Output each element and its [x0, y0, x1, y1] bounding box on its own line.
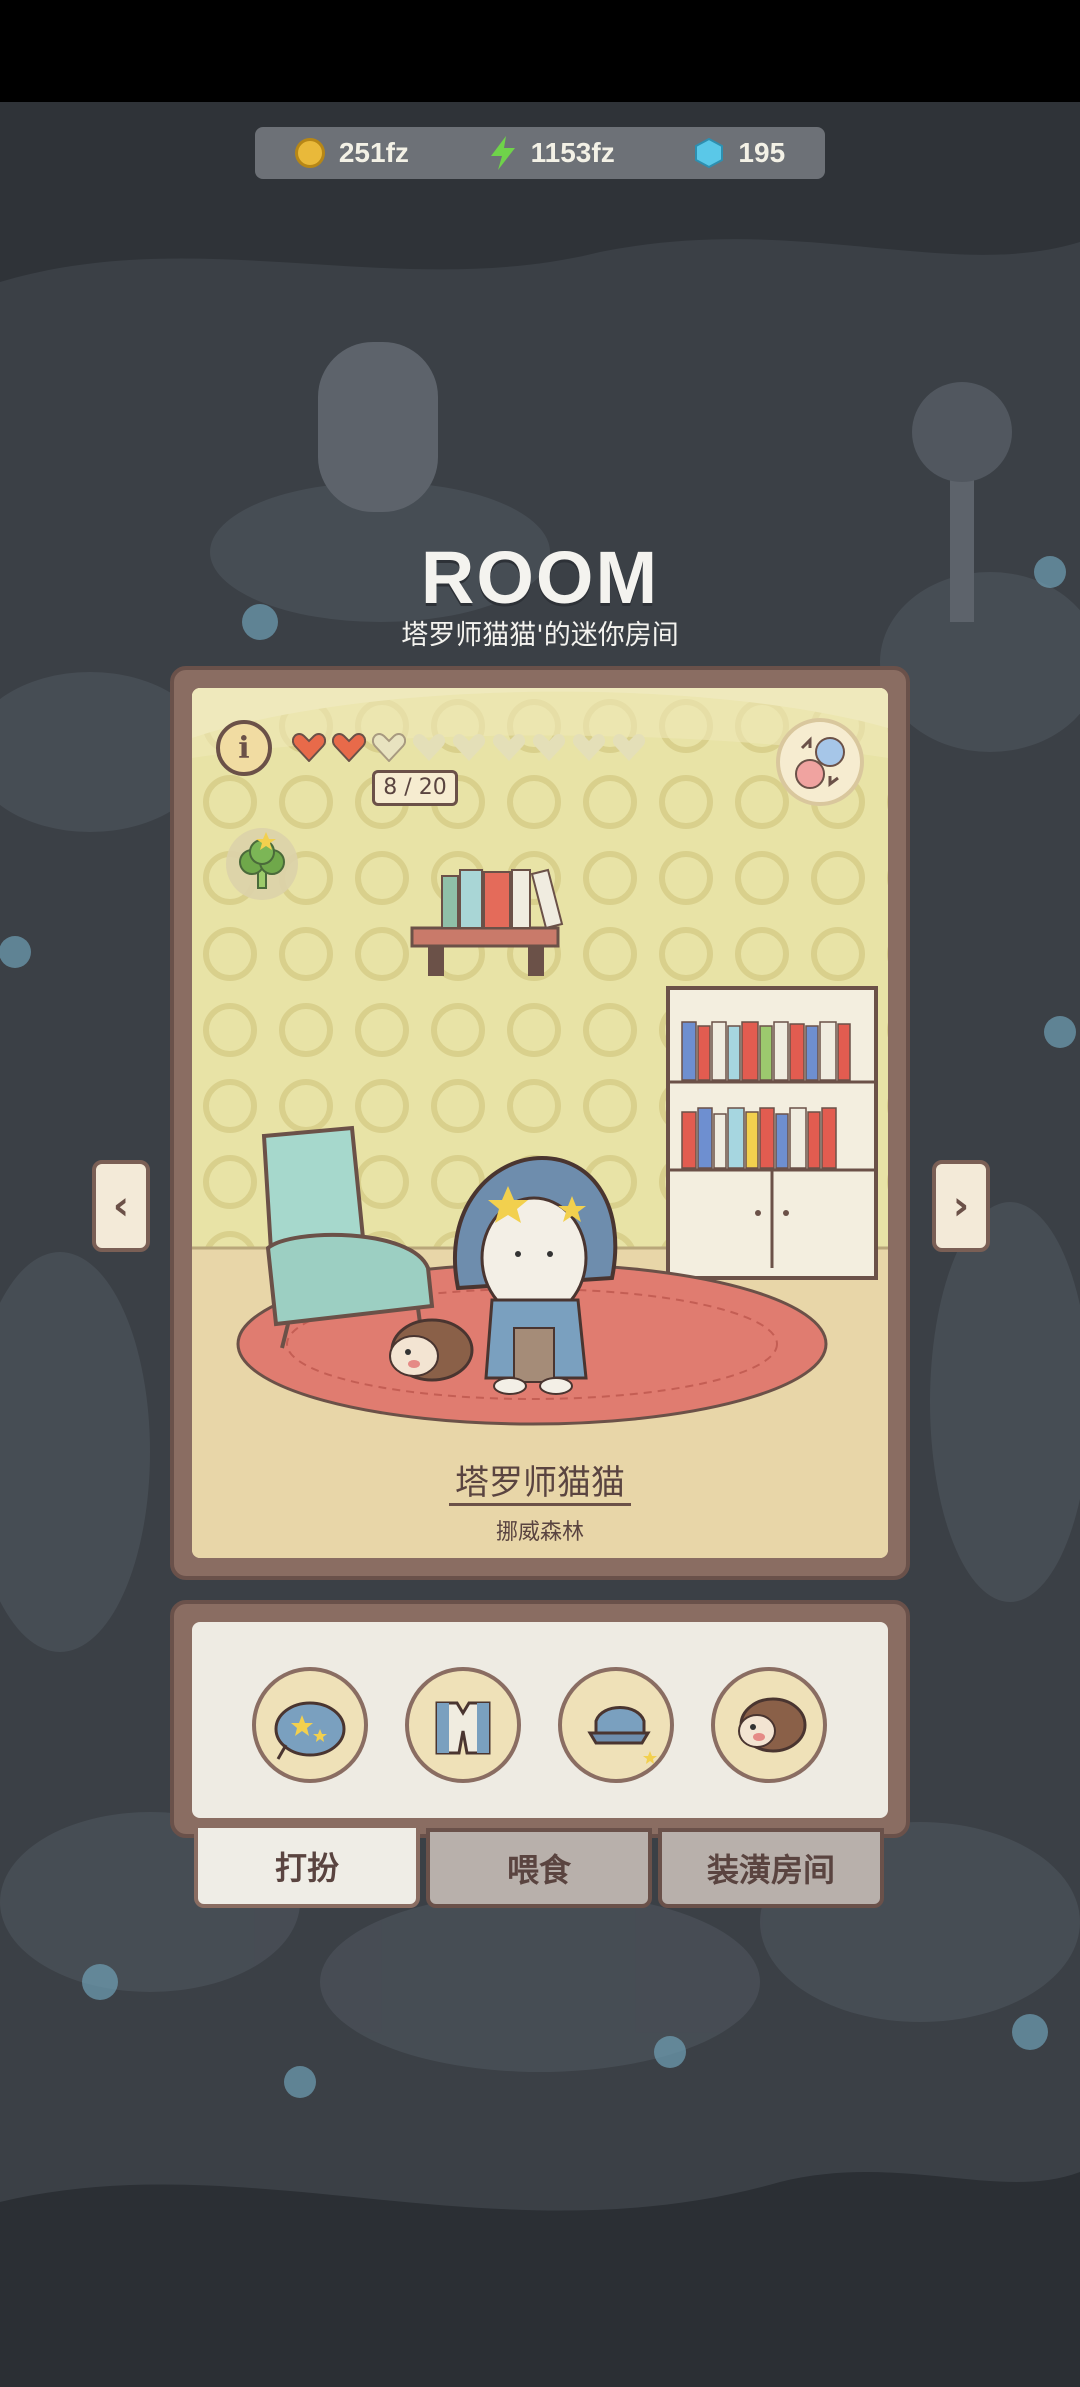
hedgehog-icon	[738, 1697, 807, 1753]
next-cat-button[interactable]: ›	[932, 1160, 990, 1252]
info-icon: i	[238, 730, 250, 766]
tab-feed[interactable]: 喂食	[426, 1828, 652, 1908]
item-slot-pet[interactable]	[711, 1667, 827, 1783]
cat-name: 塔罗师猫猫	[455, 1463, 625, 1503]
cap-icon	[587, 1706, 657, 1764]
item-slot-vest[interactable]	[405, 1667, 521, 1783]
tab-label: 装潢房间	[706, 1851, 835, 1889]
chevron-right-icon: ›	[952, 1183, 970, 1229]
affection-hearts	[292, 732, 646, 762]
vest-icon	[435, 1701, 491, 1755]
coin-amount: 251fz	[338, 137, 409, 168]
items-list	[192, 1622, 888, 1818]
room-owner-subtitle: 塔罗师猫猫'的迷你房间	[401, 620, 679, 651]
star-hat-icon	[274, 1701, 346, 1760]
switch-cat-button[interactable]	[776, 718, 864, 806]
heart-empty-icon	[452, 734, 486, 761]
heart-empty-icon	[612, 734, 646, 761]
bookcase	[666, 986, 878, 1280]
gem-balance[interactable]: 195	[694, 137, 785, 169]
tab-decorate-room[interactable]: 装潢房间	[658, 1828, 884, 1908]
info-button[interactable]: i	[216, 720, 272, 776]
heart-empty-icon	[572, 734, 606, 761]
broccoli-icon	[239, 832, 285, 889]
lightning-icon	[490, 136, 515, 170]
heart-icon	[292, 733, 326, 762]
gem-icon	[695, 138, 724, 168]
cats-swap-icon	[795, 736, 845, 789]
tab-label: 喂食	[506, 1851, 571, 1889]
hedgehog-pet	[389, 1318, 474, 1382]
gem-amount: 195	[738, 137, 786, 168]
item-slot-cap[interactable]	[558, 1667, 674, 1783]
currency-bar: 251fz 1153fz 195	[255, 127, 825, 179]
room-scene	[192, 688, 888, 1558]
status-bar	[0, 0, 1080, 102]
heart-empty-icon	[532, 734, 566, 761]
item-slot-hat[interactable]	[252, 1667, 368, 1783]
coin-balance[interactable]: 251fz	[294, 137, 409, 169]
divider	[449, 1503, 631, 1506]
chevron-left-icon: ‹	[112, 1183, 130, 1229]
coin-icon	[294, 138, 325, 168]
tab-label: 打扮	[274, 1849, 339, 1887]
food-button[interactable]	[226, 828, 298, 900]
heart-icon	[332, 733, 366, 762]
heart-count: 8 / 20	[372, 770, 458, 806]
room-card: i 8 / 20 塔罗师猫猫 挪威森林	[170, 666, 910, 1580]
heart-empty-icon	[492, 734, 526, 761]
heart-empty-icon	[412, 734, 446, 761]
heart-empty-icon	[372, 733, 406, 762]
tab-dress-up[interactable]: 打扮	[194, 1828, 420, 1908]
cat-breed: 挪威森林	[495, 1520, 584, 1545]
energy-amount: 1153fz	[530, 137, 615, 168]
page-title: ROOM	[420, 536, 660, 619]
previous-cat-button[interactable]: ‹	[92, 1160, 150, 1252]
energy-balance[interactable]: 1153fz	[489, 136, 615, 170]
items-panel	[170, 1600, 910, 1838]
room-scene-frame: i 8 / 20 塔罗师猫猫 挪威森林	[192, 688, 888, 1558]
